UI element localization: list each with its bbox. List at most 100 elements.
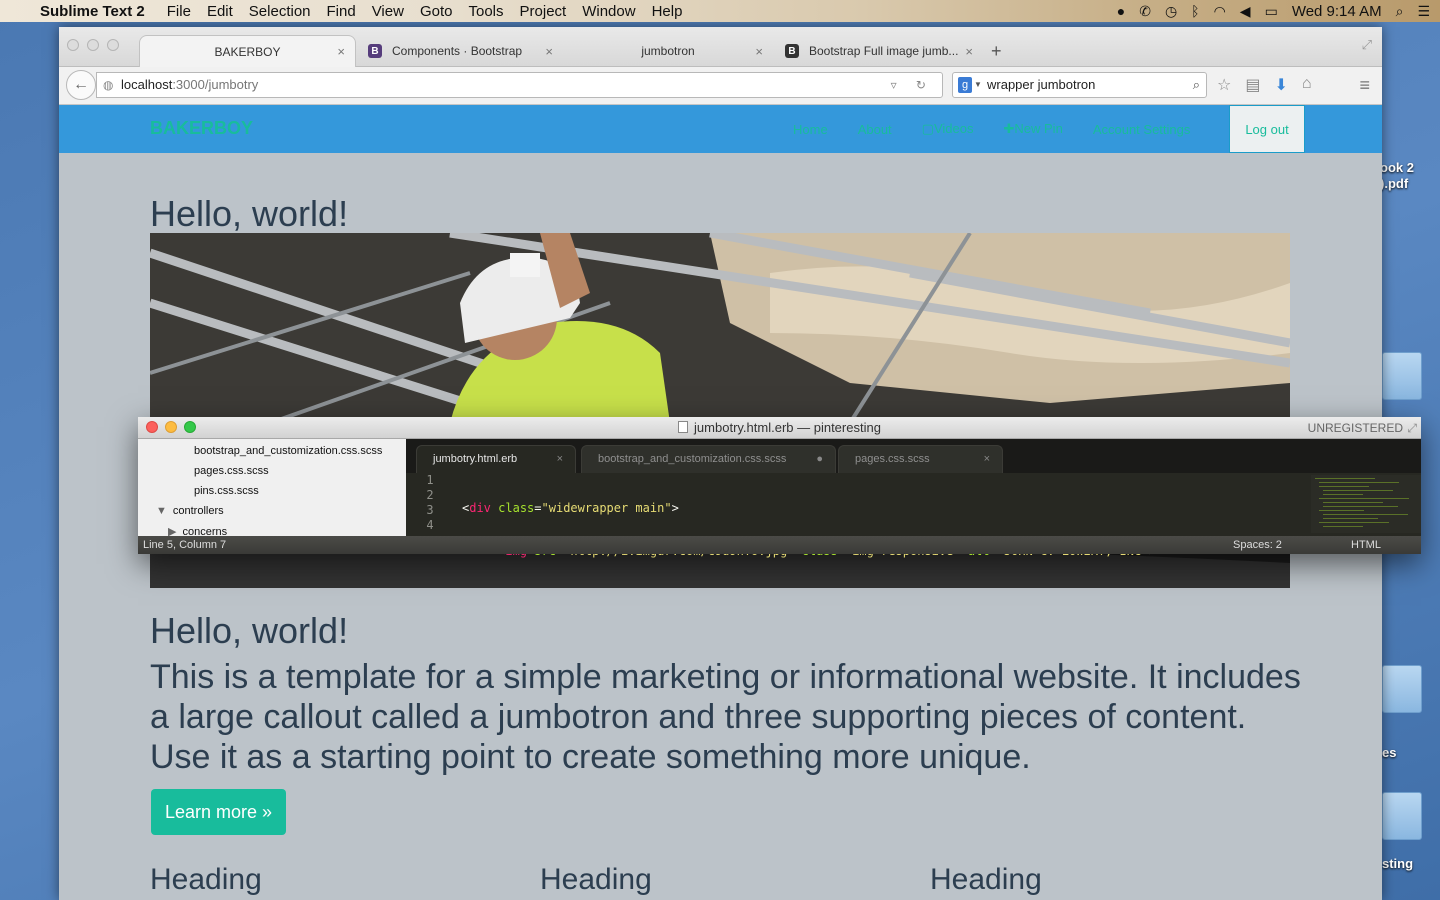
sublime-sidebar: bootstrap_and_customization.css.scss pag… — [138, 439, 406, 536]
download-icon[interactable]: ⬇ — [1274, 75, 1287, 95]
indentation-setting[interactable]: Spaces: 2 — [1233, 536, 1282, 554]
fullscreen-icon[interactable]: ⤢ — [1407, 417, 1417, 439]
menu-view[interactable]: View — [372, 3, 404, 20]
code-editor[interactable]: 1 2 3 4 <div class="widewrapper main"> <… — [406, 473, 1421, 558]
browser-toolbar: ← ◍ localhost:3000/jumbotry ▿ ↻ g ▼ wrap… — [59, 67, 1382, 105]
sidebar-folder-controllers[interactable]: ▼ controllers — [156, 505, 224, 517]
sidebar-file[interactable]: pages.css.scss — [194, 465, 269, 477]
learn-more-button[interactable]: Learn more » — [151, 789, 286, 835]
desktop-item-label[interactable]: sting — [1382, 856, 1413, 872]
site-brand[interactable]: BAKERBOY — [150, 118, 253, 139]
phone-icon[interactable]: ✆ — [1139, 3, 1151, 20]
folder-icon[interactable] — [1382, 792, 1422, 840]
browser-tab-strip: BAKERBOY × B Components · Bootstrap × ju… — [59, 27, 1382, 67]
close-window-button[interactable] — [146, 421, 158, 433]
bluetooth-icon[interactable]: ᛒ — [1191, 3, 1199, 19]
close-tab-icon[interactable]: × — [755, 44, 763, 59]
notification-center-icon[interactable]: ☰ — [1417, 3, 1430, 20]
bookmark-star-icon[interactable]: ☆ — [1217, 75, 1231, 95]
nav-new-pin[interactable]: ✚New Pin — [1003, 121, 1062, 137]
url-bar[interactable]: ◍ localhost:3000/jumbotry ▿ ↻ — [96, 72, 943, 98]
menu-tools[interactable]: Tools — [468, 3, 503, 20]
browser-tab[interactable]: jumbotron × — [563, 35, 773, 67]
zoom-window-button[interactable] — [184, 421, 196, 433]
close-tab-icon[interactable]: × — [984, 446, 990, 472]
close-tab-icon[interactable]: × — [965, 44, 973, 59]
bookmarks-icon[interactable]: ▤ — [1245, 75, 1260, 95]
nav-account-settings[interactable]: Account Settings — [1093, 122, 1191, 137]
status-bar: Line 5, Column 7 Spaces: 2 HTML — [138, 536, 1421, 554]
minimap[interactable] — [1311, 475, 1421, 533]
search-input[interactable]: wrapper jumbotron — [987, 77, 1095, 92]
desktop-item-pdf[interactable]: ook 2 ).pdf — [1380, 160, 1414, 192]
chevron-down-icon[interactable]: ▼ — [974, 73, 982, 97]
code-token: = — [534, 501, 542, 515]
close-tab-icon[interactable]: × — [557, 446, 563, 472]
sidebar-folder-label: concerns — [182, 526, 228, 536]
menu-selection[interactable]: Selection — [249, 3, 311, 20]
desktop-item-label[interactable]: es — [1382, 745, 1396, 761]
menu-window[interactable]: Window — [582, 3, 635, 20]
time-machine-icon[interactable]: ◷ — [1165, 3, 1177, 20]
menu-help[interactable]: Help — [652, 3, 683, 20]
close-tab-icon[interactable]: × — [545, 44, 553, 59]
menu-goto[interactable]: Goto — [420, 3, 453, 20]
sidebar-folder-concerns[interactable]: ▶ concerns — [168, 525, 227, 536]
menu-app-name[interactable]: Sublime Text 2 — [40, 3, 145, 20]
browser-tab[interactable]: BAKERBOY × — [139, 35, 356, 67]
line-number: 1 — [426, 473, 434, 487]
logout-button[interactable]: Log out — [1229, 105, 1305, 153]
spotlight-search-icon[interactable]: ⌕ — [1396, 3, 1404, 20]
wifi-icon[interactable]: ◠ — [1214, 3, 1226, 20]
editor-tab[interactable]: pages.css.scss × — [838, 445, 1003, 473]
minimize-window-button[interactable] — [165, 421, 177, 433]
nav-home[interactable]: Home — [793, 122, 828, 137]
fullscreen-icon[interactable]: ⤢ — [1362, 37, 1372, 53]
editor-tab[interactable]: bootstrap_and_customization.css.scss ● — [581, 445, 836, 473]
new-tab-button[interactable]: + — [991, 41, 1002, 62]
jumbotron-lead-text: This is a template for a simple marketin… — [150, 658, 1301, 776]
folder-icon[interactable] — [1382, 352, 1422, 400]
browser-tab-title: Components · Bootstrap — [392, 44, 523, 58]
browser-tab[interactable]: B Bootstrap Full image jumb... × — [773, 35, 983, 67]
reload-icon[interactable]: ▿ ↻ — [891, 73, 934, 97]
globe-icon: ◍ — [103, 78, 114, 92]
editor-tab-label: pages.css.scss — [855, 453, 930, 465]
cursor-position: Line 5, Column 7 — [143, 539, 227, 551]
menu-file[interactable]: File — [167, 3, 191, 20]
menubar-clock[interactable]: Wed 9:14 AM — [1292, 3, 1382, 20]
menu-find[interactable]: Find — [327, 3, 356, 20]
sidebar-file[interactable]: pins.css.scss — [194, 485, 259, 497]
nav-videos[interactable]: ▢Videos — [922, 121, 974, 137]
syntax-selector[interactable]: HTML — [1351, 536, 1381, 554]
volume-icon[interactable]: ◀ — [1240, 3, 1251, 20]
evernote-icon[interactable]: ● — [1117, 3, 1125, 19]
battery-icon[interactable]: ▭ — [1265, 3, 1278, 20]
menu-project[interactable]: Project — [520, 3, 567, 20]
sidebar-file[interactable]: bootstrap_and_customization.css.scss — [194, 445, 382, 457]
browser-tab-title: jumbotron — [641, 44, 695, 58]
folder-icon[interactable] — [1382, 665, 1422, 713]
search-icon[interactable]: ⌕ — [1193, 73, 1200, 97]
url-path: :3000/jumbotry — [172, 77, 259, 92]
search-bar[interactable]: g ▼ wrapper jumbotron ⌕ — [952, 72, 1207, 98]
editor-tab[interactable]: jumbotry.html.erb × — [416, 445, 576, 473]
status-menus: ● ✆ ◷ ᛒ ◠ ◀ ▭ Wed 9:14 AM ⌕ ☰ — [1117, 0, 1440, 22]
nav-about[interactable]: About — [858, 122, 892, 137]
unsaved-dot-icon[interactable]: ● — [816, 446, 823, 472]
line-number-gutter: 1 2 3 4 — [406, 473, 454, 536]
section-heading: Heading — [930, 863, 1042, 896]
google-icon[interactable]: g — [958, 77, 972, 93]
minimize-window-button[interactable] — [87, 39, 99, 51]
menu-edit[interactable]: Edit — [207, 3, 233, 20]
back-button[interactable]: ← — [66, 70, 96, 100]
sublime-window-title: jumbotry.html.erb — pinteresting — [694, 420, 881, 435]
close-window-button[interactable] — [67, 39, 79, 51]
browser-tab[interactable]: B Components · Bootstrap × — [356, 35, 563, 67]
close-tab-icon[interactable]: × — [337, 44, 345, 59]
sublime-titlebar[interactable]: jumbotry.html.erb — pinteresting UNREGIS… — [138, 417, 1421, 439]
home-icon[interactable]: ⌂ — [1302, 75, 1312, 95]
zoom-window-button[interactable] — [107, 39, 119, 51]
menu-icon[interactable]: ≡ — [1359, 75, 1370, 96]
